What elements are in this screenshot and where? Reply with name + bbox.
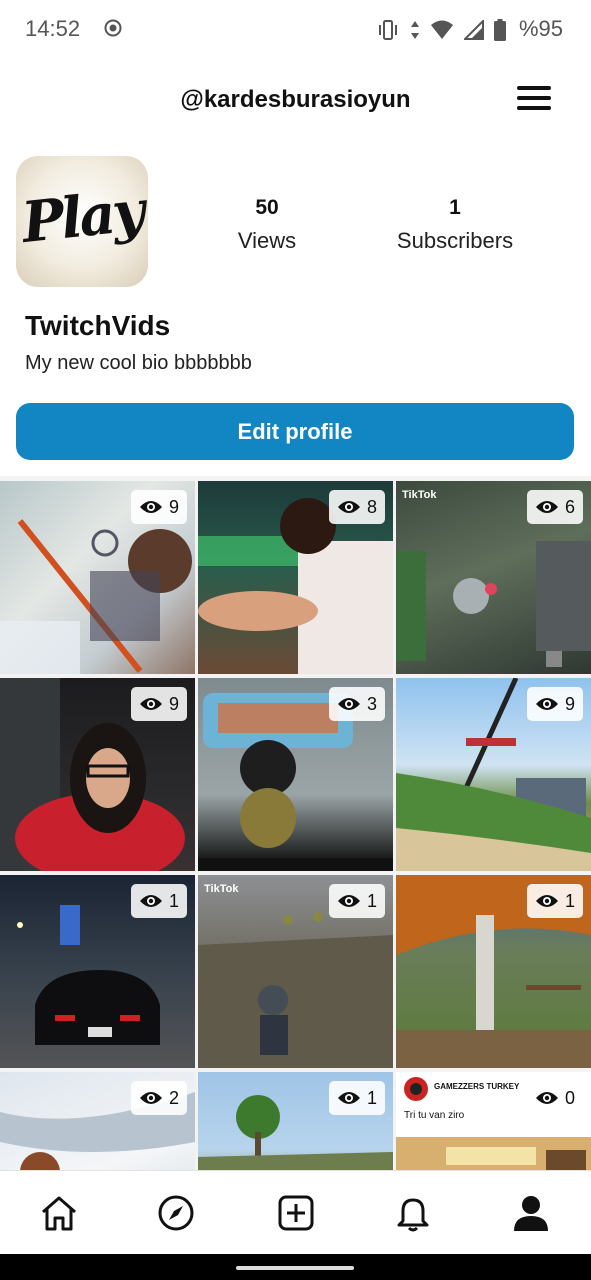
eye-icon <box>337 1092 360 1104</box>
subscribers-count: 1 <box>449 196 461 219</box>
video-tile[interactable]: 8 <box>198 481 393 674</box>
battery-icon <box>494 19 506 41</box>
eye-icon <box>535 698 558 710</box>
view-count: 1 <box>366 1087 377 1108</box>
view-count: 6 <box>564 496 575 517</box>
eye-icon <box>139 1092 162 1104</box>
vibrate-icon <box>379 20 397 40</box>
view-count: 0 <box>564 1087 575 1108</box>
battery-percent: %95 <box>518 16 563 41</box>
view-count: 9 <box>168 496 179 517</box>
home-gesture-handle[interactable] <box>236 1266 354 1270</box>
gesture-bar <box>0 1254 591 1280</box>
view-count: 1 <box>366 890 377 911</box>
eye-icon <box>535 1092 558 1104</box>
status-bar: 14:52 %95 <box>0 0 591 58</box>
menu-icon-line <box>517 96 551 100</box>
view-count-badge: 1 <box>526 884 583 918</box>
menu-button[interactable] <box>517 86 551 114</box>
views-label: Views <box>237 228 297 253</box>
video-tile[interactable]: GAMEZZERS TURKEY Tri tu van ziro 0 <box>396 1072 591 1170</box>
subscribers-label: Subscribers <box>396 228 514 253</box>
video-tile[interactable]: 9 <box>0 481 195 674</box>
display-name: TwitchVids <box>25 310 171 341</box>
view-count-badge: 9 <box>130 687 187 721</box>
view-count: 3 <box>366 693 377 714</box>
nav-notifications[interactable] <box>393 1193 433 1233</box>
video-tile[interactable]: TikTok 6 <box>396 481 591 674</box>
data-arrows-icon <box>411 21 419 39</box>
view-count: 1 <box>564 890 575 911</box>
notifications-icon <box>397 1198 429 1232</box>
create-icon <box>278 1195 314 1231</box>
video-tile[interactable]: 3 <box>198 678 393 871</box>
view-count-badge: 2 <box>130 1081 187 1115</box>
views-stat: 50 Views <box>187 196 347 254</box>
video-tile[interactable]: 1 <box>198 1072 393 1170</box>
video-tile[interactable]: 2 <box>0 1072 195 1170</box>
nav-profile[interactable] <box>511 1193 551 1233</box>
tiktok-watermark: TikTok <box>204 883 239 895</box>
view-count-badge: 9 <box>526 687 583 721</box>
nav-explore[interactable] <box>156 1193 196 1233</box>
avatar-logo-text: Play <box>18 177 146 257</box>
view-count: 8 <box>366 496 377 517</box>
view-count-badge: 3 <box>328 687 385 721</box>
username: @kardesburasioyun <box>180 86 411 113</box>
tweet-text: Tri tu van ziro <box>404 1110 465 1121</box>
view-count-badge: 1 <box>328 1081 385 1115</box>
subscribers-stat[interactable]: 1 Subscribers <box>375 196 535 254</box>
video-tile[interactable]: 9 <box>0 678 195 871</box>
view-count-badge: 6 <box>526 490 583 524</box>
system-icons <box>376 19 506 41</box>
eye-icon <box>535 501 558 513</box>
view-count: 1 <box>168 890 179 911</box>
eye-icon <box>535 895 558 907</box>
nav-home[interactable] <box>39 1193 79 1233</box>
view-count-badge: 0 <box>526 1081 583 1115</box>
menu-icon <box>517 86 551 90</box>
video-tile[interactable]: 1 <box>0 875 195 1068</box>
view-count: 9 <box>168 693 179 714</box>
view-count-badge: 8 <box>328 490 385 524</box>
tiktok-watermark: TikTok <box>402 489 437 501</box>
tweet-account-name: GAMEZZERS TURKEY <box>434 1082 520 1091</box>
explore-icon <box>158 1195 194 1231</box>
video-tile[interactable]: 9 <box>396 678 591 871</box>
profile-icon <box>514 1196 548 1231</box>
avatar[interactable]: Play <box>16 156 148 287</box>
view-count-badge: 9 <box>130 490 187 524</box>
eye-icon <box>139 895 162 907</box>
eye-icon <box>139 501 162 513</box>
screen-record-icon <box>104 19 122 37</box>
eye-icon <box>337 895 360 907</box>
profile-header: @kardesburasioyun <box>0 72 591 128</box>
cell-signal-icon <box>464 20 484 40</box>
video-tile[interactable]: 1 <box>396 875 591 1068</box>
home-icon <box>42 1196 76 1231</box>
bottom-navigation <box>0 1170 591 1255</box>
nav-create[interactable] <box>276 1193 316 1233</box>
eye-icon <box>139 698 162 710</box>
view-count-badge: 1 <box>130 884 187 918</box>
views-count: 50 <box>255 196 279 219</box>
eye-icon <box>337 698 360 710</box>
video-grid: 9 8 TikTok 6 9 3 9 1 TikTok 1 1 2 1 GAME… <box>0 476 591 1170</box>
bio: My new cool bio bbbbbbb <box>25 352 252 374</box>
view-count-badge: 1 <box>328 884 385 918</box>
edit-profile-button[interactable]: Edit profile <box>16 403 574 460</box>
menu-icon-line <box>517 106 551 110</box>
video-tile[interactable]: TikTok 1 <box>198 875 393 1068</box>
view-count: 2 <box>168 1087 179 1108</box>
wifi-icon <box>431 20 453 39</box>
eye-icon <box>337 501 360 513</box>
view-count: 9 <box>564 693 575 714</box>
status-time: 14:52 <box>25 16 81 41</box>
